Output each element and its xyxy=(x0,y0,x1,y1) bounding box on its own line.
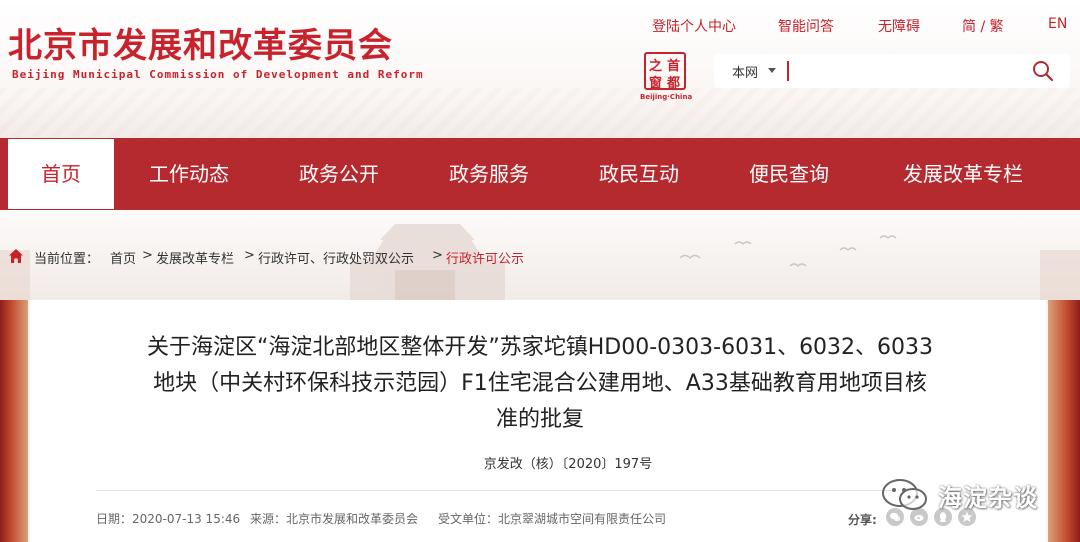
search-scope-select[interactable]: 本网 xyxy=(732,62,758,81)
seal-char: 都 xyxy=(667,76,681,91)
article-title-line: 关于海淀区“海淀北部地区整体开发”苏家坨镇HD00-0303-6031、6032… xyxy=(146,335,934,360)
seal-caption: Beijing·China xyxy=(640,93,693,101)
english-link[interactable]: EN xyxy=(1048,16,1067,32)
article-title-line: 地块（中关村环保科技示范园）F1住宅混合公建用地、A33基础教育用地项目核 xyxy=(153,371,927,396)
breadcrumb-separator: > xyxy=(142,248,153,263)
search-icon xyxy=(1033,61,1054,82)
breadcrumb-label: 当前位置： xyxy=(34,252,100,267)
decorative-column-right xyxy=(1048,300,1080,542)
chevron-down-icon[interactable] xyxy=(768,68,776,73)
article-title-line: 准的批复 xyxy=(495,407,584,432)
weibo-icon xyxy=(914,515,924,521)
breadcrumb-separator: > xyxy=(432,248,443,263)
site-logo-subtitle: Beijing Municipal Commission of Developm… xyxy=(12,68,424,81)
site-header: 北京市发展和改革委员会 Beijing Municipal Commission… xyxy=(0,0,1080,138)
page-banner: 当前位置： 首页 > 发展改革专栏 > 行政许可、行政处罚双公示 > 行政许可公… xyxy=(0,210,1080,300)
nav-item-reform-column[interactable]: 发展改革专栏 xyxy=(886,138,1040,210)
seal-box: 首 都 之 窗 xyxy=(644,52,686,91)
wechat-watermark-icon xyxy=(882,479,927,510)
breadcrumb-separator: > xyxy=(244,248,255,263)
search-button[interactable] xyxy=(1028,58,1058,84)
publish-date: 日期：2020-07-13 15:46 xyxy=(96,512,241,526)
nav-item-work-news[interactable]: 工作动态 xyxy=(130,138,248,210)
nav-item-gov-disclosure[interactable]: 政务公开 xyxy=(280,138,398,210)
home-icon xyxy=(9,249,23,263)
simplified-traditional-link[interactable]: 简 / 繁 xyxy=(962,16,1004,36)
divider xyxy=(96,490,896,491)
smart-qa-link[interactable]: 智能问答 xyxy=(778,16,834,36)
site-logo-title[interactable]: 北京市发展和改革委员会 xyxy=(8,18,393,67)
wechat-icon xyxy=(890,512,901,522)
search-box: 本网 xyxy=(714,54,1070,88)
nav-item-home[interactable]: 首页 xyxy=(8,139,114,209)
main-nav: 首页 工作动态 政务公开 政务服务 政民互动 便民查询 发展改革专栏 xyxy=(0,138,1080,210)
watermark-text: 海淀杂谈 xyxy=(938,484,1038,512)
breadcrumb-item-reform-column[interactable]: 发展改革专栏 xyxy=(156,248,234,267)
nav-item-interaction[interactable]: 政民互动 xyxy=(580,138,698,210)
accessibility-link[interactable]: 无障碍 xyxy=(878,16,920,36)
nav-item-public-query[interactable]: 便民查询 xyxy=(730,138,848,210)
article-title: 关于海淀区“海淀北部地区整体开发”苏家坨镇HD00-0303-6031、6032… xyxy=(100,330,980,438)
seal-char: 窗 xyxy=(649,76,663,91)
login-link[interactable]: 登陆个人中心 xyxy=(652,16,736,36)
text-cursor xyxy=(787,61,789,81)
share-label: 分享: xyxy=(848,513,877,527)
search-input[interactable] xyxy=(794,58,1024,84)
article-source: 来源：北京市发展和改革委员会 xyxy=(250,512,419,526)
nav-item-gov-services[interactable]: 政务服务 xyxy=(430,138,548,210)
breadcrumb-item-current[interactable]: 行政许可公示 xyxy=(446,248,524,267)
breadcrumb-item-home[interactable]: 首页 xyxy=(110,248,136,267)
capital-window-logo[interactable]: 首 都 之 窗 Beijing·China xyxy=(640,52,693,104)
article-recipient: 受文单位：北京翠湖城市空间有限责任公司 xyxy=(438,512,667,526)
breadcrumb-item-dual-disclosure[interactable]: 行政许可、行政处罚双公示 xyxy=(258,248,414,267)
document-number: 京发改（核）〔2020〕197号 xyxy=(483,457,653,472)
decorative-column-left xyxy=(0,300,28,542)
top-links: 登陆个人中心 智能问答 无障碍 简 / 繁 EN xyxy=(650,16,1080,36)
